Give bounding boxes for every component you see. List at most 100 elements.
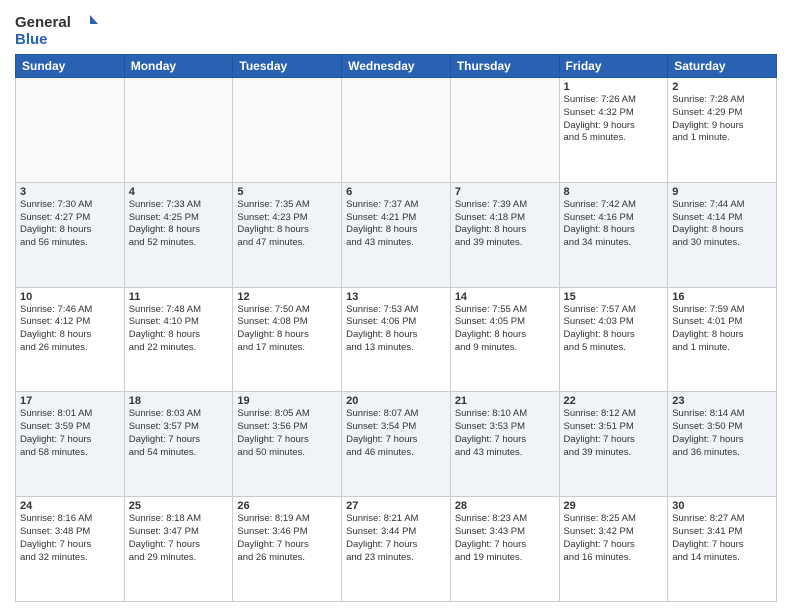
day-detail: Sunrise: 7:48 AMSunset: 4:10 PMDaylight:… xyxy=(129,304,229,355)
day-detail: Sunrise: 7:35 AMSunset: 4:23 PMDaylight:… xyxy=(237,199,337,250)
day-detail: Sunrise: 7:37 AMSunset: 4:21 PMDaylight:… xyxy=(346,199,446,250)
day-detail: Sunrise: 8:03 AMSunset: 3:57 PMDaylight:… xyxy=(129,408,229,459)
calendar-table: SundayMondayTuesdayWednesdayThursdayFrid… xyxy=(15,54,777,602)
day-detail: Sunrise: 7:28 AMSunset: 4:29 PMDaylight:… xyxy=(672,94,772,145)
day-detail: Sunrise: 7:53 AMSunset: 4:06 PMDaylight:… xyxy=(346,304,446,355)
calendar-cell-3-5: 22Sunrise: 8:12 AMSunset: 3:51 PMDayligh… xyxy=(559,392,668,497)
calendar-cell-2-5: 15Sunrise: 7:57 AMSunset: 4:03 PMDayligh… xyxy=(559,287,668,392)
day-detail: Sunrise: 7:55 AMSunset: 4:05 PMDaylight:… xyxy=(455,304,555,355)
day-detail: Sunrise: 8:18 AMSunset: 3:47 PMDaylight:… xyxy=(129,513,229,564)
calendar-cell-3-2: 19Sunrise: 8:05 AMSunset: 3:56 PMDayligh… xyxy=(233,392,342,497)
day-detail: Sunrise: 8:25 AMSunset: 3:42 PMDaylight:… xyxy=(564,513,664,564)
calendar-cell-3-4: 21Sunrise: 8:10 AMSunset: 3:53 PMDayligh… xyxy=(450,392,559,497)
day-detail: Sunrise: 8:19 AMSunset: 3:46 PMDaylight:… xyxy=(237,513,337,564)
calendar-cell-3-1: 18Sunrise: 8:03 AMSunset: 3:57 PMDayligh… xyxy=(124,392,233,497)
day-detail: Sunrise: 7:42 AMSunset: 4:16 PMDaylight:… xyxy=(564,199,664,250)
weekday-header-tuesday: Tuesday xyxy=(233,55,342,78)
calendar-cell-1-5: 8Sunrise: 7:42 AMSunset: 4:16 PMDaylight… xyxy=(559,182,668,287)
day-number: 2 xyxy=(672,81,772,93)
day-number: 30 xyxy=(672,500,772,512)
day-number: 22 xyxy=(564,395,664,407)
day-number: 25 xyxy=(129,500,229,512)
calendar-cell-3-3: 20Sunrise: 8:07 AMSunset: 3:54 PMDayligh… xyxy=(342,392,451,497)
day-detail: Sunrise: 7:44 AMSunset: 4:14 PMDaylight:… xyxy=(672,199,772,250)
calendar-cell-2-4: 14Sunrise: 7:55 AMSunset: 4:05 PMDayligh… xyxy=(450,287,559,392)
calendar-cell-2-6: 16Sunrise: 7:59 AMSunset: 4:01 PMDayligh… xyxy=(668,287,777,392)
calendar-cell-0-5: 1Sunrise: 7:26 AMSunset: 4:32 PMDaylight… xyxy=(559,78,668,183)
calendar-cell-2-2: 12Sunrise: 7:50 AMSunset: 4:08 PMDayligh… xyxy=(233,287,342,392)
day-number: 29 xyxy=(564,500,664,512)
day-detail: Sunrise: 8:12 AMSunset: 3:51 PMDaylight:… xyxy=(564,408,664,459)
day-number: 7 xyxy=(455,186,555,198)
header-row: SundayMondayTuesdayWednesdayThursdayFrid… xyxy=(16,55,777,78)
day-number: 16 xyxy=(672,291,772,303)
day-detail: Sunrise: 8:05 AMSunset: 3:56 PMDaylight:… xyxy=(237,408,337,459)
calendar-cell-4-4: 28Sunrise: 8:23 AMSunset: 3:43 PMDayligh… xyxy=(450,497,559,602)
weekday-header-wednesday: Wednesday xyxy=(342,55,451,78)
calendar-cell-4-6: 30Sunrise: 8:27 AMSunset: 3:41 PMDayligh… xyxy=(668,497,777,602)
svg-text:Blue: Blue xyxy=(15,31,48,48)
day-detail: Sunrise: 7:33 AMSunset: 4:25 PMDaylight:… xyxy=(129,199,229,250)
calendar-cell-2-1: 11Sunrise: 7:48 AMSunset: 4:10 PMDayligh… xyxy=(124,287,233,392)
page: General Blue SundayMondayTuesdayWednesda… xyxy=(0,0,792,612)
day-number: 26 xyxy=(237,500,337,512)
calendar-cell-0-0 xyxy=(16,78,125,183)
day-detail: Sunrise: 7:50 AMSunset: 4:08 PMDaylight:… xyxy=(237,304,337,355)
calendar-cell-1-6: 9Sunrise: 7:44 AMSunset: 4:14 PMDaylight… xyxy=(668,182,777,287)
calendar-cell-3-0: 17Sunrise: 8:01 AMSunset: 3:59 PMDayligh… xyxy=(16,392,125,497)
weekday-header-sunday: Sunday xyxy=(16,55,125,78)
day-number: 17 xyxy=(20,395,120,407)
calendar-cell-1-0: 3Sunrise: 7:30 AMSunset: 4:27 PMDaylight… xyxy=(16,182,125,287)
day-detail: Sunrise: 8:27 AMSunset: 3:41 PMDaylight:… xyxy=(672,513,772,564)
calendar-cell-1-2: 5Sunrise: 7:35 AMSunset: 4:23 PMDaylight… xyxy=(233,182,342,287)
day-number: 23 xyxy=(672,395,772,407)
calendar-cell-4-5: 29Sunrise: 8:25 AMSunset: 3:42 PMDayligh… xyxy=(559,497,668,602)
day-number: 18 xyxy=(129,395,229,407)
day-number: 8 xyxy=(564,186,664,198)
calendar-cell-0-1 xyxy=(124,78,233,183)
header: General Blue xyxy=(15,10,777,48)
day-detail: Sunrise: 8:07 AMSunset: 3:54 PMDaylight:… xyxy=(346,408,446,459)
day-number: 21 xyxy=(455,395,555,407)
calendar-row-0: 1Sunrise: 7:26 AMSunset: 4:32 PMDaylight… xyxy=(16,78,777,183)
day-number: 9 xyxy=(672,186,772,198)
calendar-cell-0-2 xyxy=(233,78,342,183)
calendar-cell-4-1: 25Sunrise: 8:18 AMSunset: 3:47 PMDayligh… xyxy=(124,497,233,602)
calendar-cell-1-3: 6Sunrise: 7:37 AMSunset: 4:21 PMDaylight… xyxy=(342,182,451,287)
day-number: 6 xyxy=(346,186,446,198)
day-number: 14 xyxy=(455,291,555,303)
day-detail: Sunrise: 8:21 AMSunset: 3:44 PMDaylight:… xyxy=(346,513,446,564)
day-detail: Sunrise: 8:10 AMSunset: 3:53 PMDaylight:… xyxy=(455,408,555,459)
day-detail: Sunrise: 8:16 AMSunset: 3:48 PMDaylight:… xyxy=(20,513,120,564)
logo-svg: General Blue xyxy=(15,10,105,48)
day-detail: Sunrise: 7:59 AMSunset: 4:01 PMDaylight:… xyxy=(672,304,772,355)
calendar-cell-0-6: 2Sunrise: 7:28 AMSunset: 4:29 PMDaylight… xyxy=(668,78,777,183)
weekday-header-friday: Friday xyxy=(559,55,668,78)
day-number: 4 xyxy=(129,186,229,198)
day-detail: Sunrise: 8:23 AMSunset: 3:43 PMDaylight:… xyxy=(455,513,555,564)
weekday-header-thursday: Thursday xyxy=(450,55,559,78)
day-number: 1 xyxy=(564,81,664,93)
calendar-cell-2-0: 10Sunrise: 7:46 AMSunset: 4:12 PMDayligh… xyxy=(16,287,125,392)
day-detail: Sunrise: 7:30 AMSunset: 4:27 PMDaylight:… xyxy=(20,199,120,250)
calendar-row-2: 10Sunrise: 7:46 AMSunset: 4:12 PMDayligh… xyxy=(16,287,777,392)
day-number: 12 xyxy=(237,291,337,303)
day-number: 15 xyxy=(564,291,664,303)
day-number: 20 xyxy=(346,395,446,407)
day-detail: Sunrise: 8:01 AMSunset: 3:59 PMDaylight:… xyxy=(20,408,120,459)
calendar-row-4: 24Sunrise: 8:16 AMSunset: 3:48 PMDayligh… xyxy=(16,497,777,602)
day-number: 19 xyxy=(237,395,337,407)
calendar-cell-1-4: 7Sunrise: 7:39 AMSunset: 4:18 PMDaylight… xyxy=(450,182,559,287)
calendar-cell-0-3 xyxy=(342,78,451,183)
day-number: 10 xyxy=(20,291,120,303)
calendar-cell-0-4 xyxy=(450,78,559,183)
weekday-header-saturday: Saturday xyxy=(668,55,777,78)
day-detail: Sunrise: 7:46 AMSunset: 4:12 PMDaylight:… xyxy=(20,304,120,355)
day-number: 11 xyxy=(129,291,229,303)
day-detail: Sunrise: 7:39 AMSunset: 4:18 PMDaylight:… xyxy=(455,199,555,250)
day-detail: Sunrise: 7:57 AMSunset: 4:03 PMDaylight:… xyxy=(564,304,664,355)
day-number: 13 xyxy=(346,291,446,303)
calendar-row-1: 3Sunrise: 7:30 AMSunset: 4:27 PMDaylight… xyxy=(16,182,777,287)
day-number: 24 xyxy=(20,500,120,512)
day-number: 3 xyxy=(20,186,120,198)
